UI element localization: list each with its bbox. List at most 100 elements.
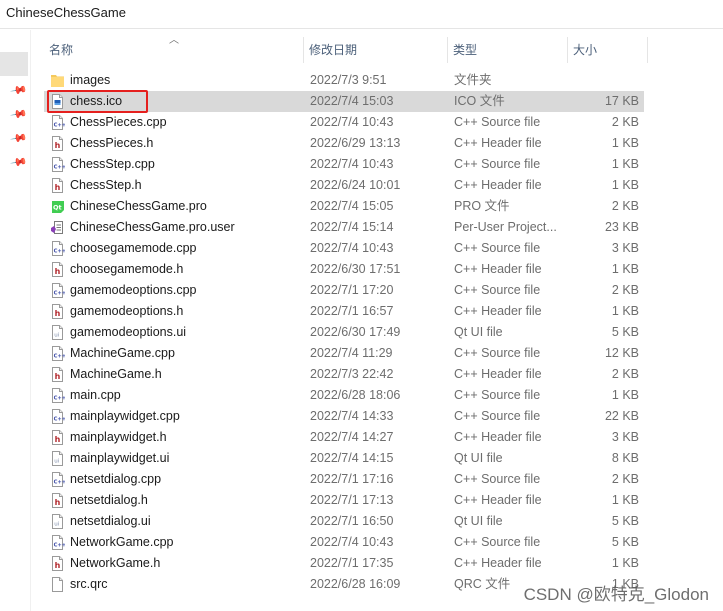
file-name: images xyxy=(70,73,111,87)
file-type: ICO 文件 xyxy=(454,94,505,108)
file-type: C++ Header file xyxy=(454,178,542,192)
pin-icon[interactable]: 📌 xyxy=(10,106,28,124)
svg-text:C++: C++ xyxy=(54,165,65,171)
svg-text:ui: ui xyxy=(54,459,59,465)
file-row[interactable]: h netsetdialog.h 2022/7/1 17:13 C++ Header … xyxy=(44,490,644,511)
cpp-file-icon: C++ xyxy=(50,283,66,298)
file-row[interactable]: chess.ico 2022/7/4 15:03 ICO 文件 17 KB xyxy=(44,91,644,112)
cpp-file-icon: C++ xyxy=(50,241,66,256)
file-size: 5 KB xyxy=(611,535,639,549)
file-size: 1 KB xyxy=(611,178,639,192)
file-row[interactable]: h ChessPieces.h 2022/6/29 13:13 C++ Header … xyxy=(44,133,644,154)
file-row[interactable]: C++ ChessPieces.cpp 2022/7/4 10:43 C++ Sour… xyxy=(44,112,644,133)
file-size: 2 KB xyxy=(611,472,639,486)
file-row[interactable]: C++ ChessStep.cpp 2022/7/4 10:43 C++ Source… xyxy=(44,154,644,175)
file-size: 1 KB xyxy=(611,556,639,570)
file-size: 1 KB xyxy=(611,493,639,507)
svg-text:ui: ui xyxy=(54,333,59,339)
file-modified-date: 2022/7/4 11:29 xyxy=(310,346,393,360)
file-row[interactable]: C++ gamemodeoptions.cpp 2022/7/1 17:20 C++ … xyxy=(44,280,644,301)
file-modified-date: 2022/7/4 15:14 xyxy=(310,220,394,234)
column-header-row: ︿ 名称 修改日期 类型 大小 xyxy=(44,35,654,63)
column-header-size[interactable]: 大小 xyxy=(568,37,647,63)
column-header-date[interactable]: 修改日期 xyxy=(304,37,447,63)
file-name: gamemodeoptions.cpp xyxy=(70,283,197,297)
file-name: ChessPieces.cpp xyxy=(70,115,167,129)
file-size: 3 KB xyxy=(611,241,639,255)
column-header-type[interactable]: 类型 xyxy=(448,37,567,63)
file-row[interactable]: ui netsetdialog.ui 2022/7/1 16:50 Qt UI fil… xyxy=(44,511,644,532)
file-type: Per-User Project... xyxy=(454,220,557,234)
file-modified-date: 2022/7/4 10:43 xyxy=(310,535,394,549)
file-name: NetworkGame.cpp xyxy=(70,535,174,549)
ui-file-icon: ui xyxy=(50,325,65,340)
file-list: images 2022/7/3 9:51 文件夹 chess.ico 2022/7/4 … xyxy=(44,70,644,595)
file-type: QRC 文件 xyxy=(454,577,511,591)
file-row[interactable]: Qt ChineseChessGame.pro 2022/7/4 15:05 PRO … xyxy=(44,196,644,217)
folder-icon xyxy=(50,73,65,88)
file-size: 2 KB xyxy=(611,367,639,381)
file-row[interactable]: C++ NetworkGame.cpp 2022/7/4 10:43 C++ Sour… xyxy=(44,532,644,553)
file-row[interactable]: ChineseChessGame.pro.user 2022/7/4 15:14 P… xyxy=(44,217,644,238)
file-modified-date: 2022/7/3 22:42 xyxy=(310,367,394,381)
file-name: src.qrc xyxy=(70,577,108,591)
file-name: ChineseChessGame.pro.user xyxy=(70,220,235,234)
file-size: 1 KB xyxy=(611,262,639,276)
column-header-name[interactable]: 名称 xyxy=(44,37,302,63)
file-size: 3 KB xyxy=(611,430,639,444)
file-row[interactable]: ui gamemodeoptions.ui 2022/6/30 17:49 Qt UI… xyxy=(44,322,644,343)
file-modified-date: 2022/6/30 17:49 xyxy=(310,325,401,339)
file-modified-date: 2022/7/1 17:13 xyxy=(310,493,394,507)
file-type: C++ Header file xyxy=(454,304,542,318)
file-type: C++ Header file xyxy=(454,262,542,276)
nav-selected-item[interactable] xyxy=(0,52,28,76)
cpp-file-icon: C++ xyxy=(50,115,66,130)
file-row[interactable]: C++ choosegamemode.cpp 2022/7/4 10:43 C++ S… xyxy=(44,238,644,259)
file-modified-date: 2022/6/29 13:13 xyxy=(310,136,401,150)
header-file-icon: h xyxy=(50,136,65,151)
file-modified-date: 2022/6/24 10:01 xyxy=(310,178,401,192)
file-row[interactable]: C++ mainplaywidget.cpp 2022/7/4 14:33 C++ S… xyxy=(44,406,644,427)
file-row[interactable]: h mainplaywidget.h 2022/7/4 14:27 C++ Heade… xyxy=(44,427,644,448)
file-modified-date: 2022/7/4 14:27 xyxy=(310,430,394,444)
file-name: ChessStep.cpp xyxy=(70,157,155,171)
file-type: Qt UI file xyxy=(454,514,503,528)
cpp-file-icon: C++ xyxy=(50,388,66,403)
file-modified-date: 2022/7/1 17:20 xyxy=(310,283,394,297)
pin-icon[interactable]: 📌 xyxy=(10,130,28,148)
file-row[interactable]: C++ main.cpp 2022/6/28 18:06 C++ Source fil… xyxy=(44,385,644,406)
file-row[interactable]: h ChessStep.h 2022/6/24 10:01 C++ Header fi… xyxy=(44,175,644,196)
file-size: 1 KB xyxy=(611,136,639,150)
file-row[interactable]: ui mainplaywidget.ui 2022/7/4 14:15 Qt UI f… xyxy=(44,448,644,469)
svg-text:h: h xyxy=(55,141,61,150)
svg-text:C++: C++ xyxy=(54,480,65,486)
file-row[interactable]: h MachineGame.h 2022/7/3 22:42 C++ Header f… xyxy=(44,364,644,385)
generic-file-icon xyxy=(50,577,65,592)
navigation-pane: 📌 📌 📌 📌 xyxy=(0,30,31,611)
svg-text:Qt: Qt xyxy=(53,204,62,212)
file-row[interactable]: images 2022/7/3 9:51 文件夹 xyxy=(44,70,644,91)
ui-file-icon: ui xyxy=(50,514,65,529)
file-type: C++ Source file xyxy=(454,346,541,360)
file-row[interactable]: h choosegamemode.h 2022/6/30 17:51 C++ Head… xyxy=(44,259,644,280)
cpp-file-icon: C++ xyxy=(50,409,66,424)
file-modified-date: 2022/7/1 16:50 xyxy=(310,514,394,528)
file-name: MachineGame.h xyxy=(70,367,162,381)
pin-icon[interactable]: 📌 xyxy=(10,82,28,100)
cpp-file-icon: C++ xyxy=(50,472,66,487)
file-name: gamemodeoptions.h xyxy=(70,304,184,318)
svg-text:C++: C++ xyxy=(54,291,65,297)
file-row[interactable]: C++ MachineGame.cpp 2022/7/4 11:29 C++ Sour… xyxy=(44,343,644,364)
file-row[interactable]: h gamemodeoptions.h 2022/7/1 16:57 C++ Head… xyxy=(44,301,644,322)
file-size: 1 KB xyxy=(611,157,639,171)
column-divider[interactable] xyxy=(647,37,648,63)
svg-text:h: h xyxy=(55,435,61,444)
file-type: C++ Source file xyxy=(454,388,541,402)
file-row[interactable]: C++ netsetdialog.cpp 2022/7/1 17:16 C++ Sou… xyxy=(44,469,644,490)
watermark: CSDN @欧特克_Glodon xyxy=(523,585,709,604)
header-file-icon: h xyxy=(50,178,65,193)
pin-icon[interactable]: 📌 xyxy=(10,154,28,172)
file-modified-date: 2022/7/1 17:35 xyxy=(310,556,394,570)
file-row[interactable]: h NetworkGame.h 2022/7/1 17:35 C++ Header f… xyxy=(44,553,644,574)
file-modified-date: 2022/6/28 18:06 xyxy=(310,388,401,402)
